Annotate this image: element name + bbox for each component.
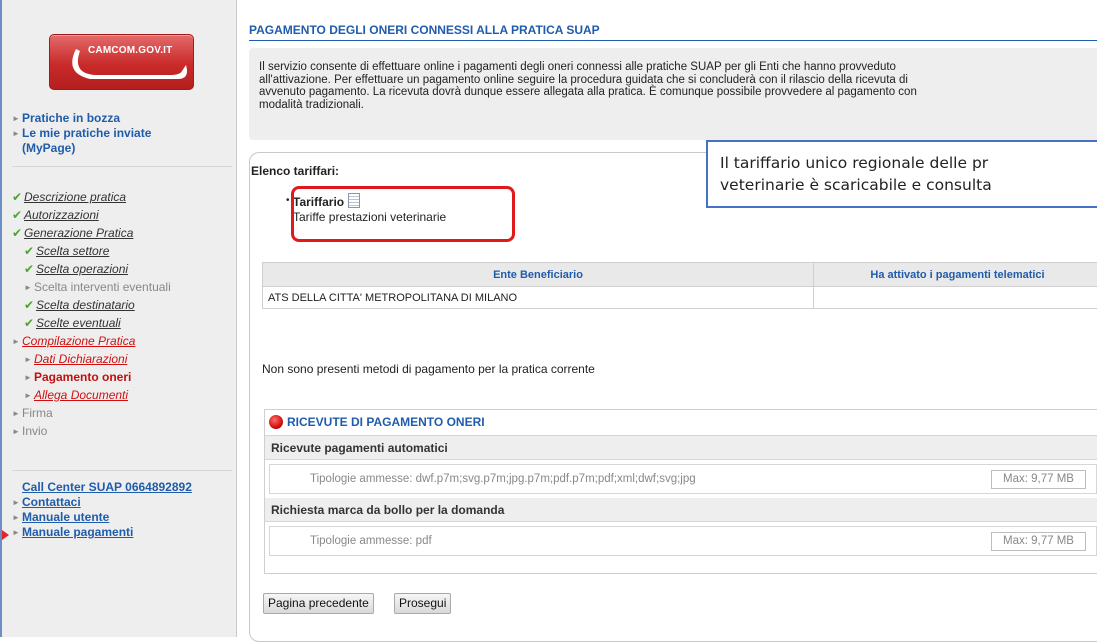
step-descrizione[interactable]: ✔ Descrizione pratica [12,190,171,205]
ricevute-box: RICEVUTE DI PAGAMENTO ONERI Ricevute pag… [264,409,1097,574]
highlight-box [291,186,515,242]
sidebar-top-links: ► Pratiche in bozza ► Le mie pratiche in… [12,111,151,156]
file-upload-row[interactable]: Tipologie ammesse: dwf.p7m;svg.p7m;jpg.p… [269,464,1097,494]
max-size-badge: Max: 9,77 MB [991,532,1086,551]
step-scelta-settore[interactable]: ✔ Scelta settore [12,244,171,259]
intro-box: Il servizio consente di effettuare onlin… [249,48,1097,140]
step-compilazione[interactable]: ► Compilazione Pratica [12,334,171,349]
chevron-right-icon: ► [12,406,22,421]
step-allega-documenti[interactable]: ► Allega Documenti [12,388,171,403]
chevron-right-icon: ► [24,280,34,295]
chevron-right-icon: ► [24,370,34,385]
step-scelta-operazioni[interactable]: ✔ Scelta operazioni [12,262,171,277]
column-header: Ha attivato i pagamenti telematici [814,263,1097,287]
check-icon: ✔ [24,244,36,258]
chevron-right-icon: ► [12,510,22,525]
divider [12,470,232,471]
step-pagamento-oneri[interactable]: ► Pagamento oneri [12,370,171,385]
page-title: PAGAMENTO DEGLI ONERI CONNESSI ALLA PRAT… [249,23,1097,37]
step-firma: ► Firma [12,406,171,421]
sidebar-steps: ✔ Descrizione pratica ✔ Autorizzazioni ✔… [12,190,171,439]
allowed-types: Tipologie ammesse: dwf.p7m;svg.p7m;jpg.p… [310,473,696,485]
sidebar-item-label[interactable]: (MyPage) [22,141,75,156]
proceed-button[interactable]: Prosegui [394,593,451,614]
ricevute-header: RICEVUTE DI PAGAMENTO ONERI [265,410,1097,436]
camcom-logo[interactable]: CAMCOM.GOV.IT [49,34,194,90]
step-generazione[interactable]: ✔ Generazione Pratica [12,226,171,241]
sidebar-help-links: Call Center SUAP 0664892892 ► Contattaci… [12,480,192,540]
previous-page-button[interactable]: Pagina precedente [263,593,374,614]
column-header: Ente Beneficiario [263,263,814,287]
logo-text: CAMCOM.GOV.IT [88,45,172,56]
section-heading: Richiesta marca da bollo per la domanda [265,498,1097,522]
step-autorizzazioni[interactable]: ✔ Autorizzazioni [12,208,171,223]
table-row: ATS DELLA CITTA' METROPOLITANA DI MILANO [263,287,1097,309]
call-center-link[interactable]: Call Center SUAP 0664892892 [12,480,192,495]
max-size-badge: Max: 9,77 MB [991,470,1086,489]
sidebar-item-mypage[interactable]: (MyPage) [12,141,151,156]
bullet-icon: • [286,193,290,208]
allowed-types: Tipologie ammesse: pdf [310,535,432,547]
ricevute-title: RICEVUTE DI PAGAMENTO ONERI [287,415,485,429]
check-icon: ✔ [12,190,24,204]
table-cell: ATS DELLA CITTA' METROPOLITANA DI MILANO [263,287,814,309]
check-icon: ✔ [24,316,36,330]
ente-table: Ente Beneficiario Ha attivato i pagament… [262,262,1097,309]
chevron-right-icon: ► [12,334,22,349]
intro-text: Il servizio consente di effettuare onlin… [259,61,1089,111]
chevron-right-icon: ► [12,495,22,510]
step-scelta-destinatario[interactable]: ✔ Scelta destinatario [12,298,171,313]
chevron-right-icon: ► [24,352,34,367]
check-icon: ✔ [24,262,36,276]
sidebar-item-label[interactable]: Pratiche in bozza [22,111,120,126]
chevron-right-icon: ► [12,525,22,540]
sidebar-item-label[interactable]: Le mie pratiche inviate [22,126,151,141]
table-cell [814,287,1097,309]
divider [12,166,232,167]
title-rule [249,40,1097,41]
file-upload-row[interactable]: Tipologie ammesse: pdf Max: 9,77 MB [269,526,1097,556]
no-methods-message: Non sono presenti metodi di pagamento pe… [262,362,595,376]
step-invio: ► Invio [12,424,171,439]
manuale-utente-link[interactable]: ► Manuale utente [12,510,192,525]
status-dot-icon [269,415,283,429]
step-dati-dichiarazioni[interactable]: ► Dati Dichiarazioni [12,352,171,367]
chevron-right-icon: ► [24,388,34,403]
sidebar: CAMCOM.GOV.IT ► Pratiche in bozza ► Le m… [0,0,237,637]
check-icon: ✔ [12,208,24,222]
manuale-pagamenti-link[interactable]: ► Manuale pagamenti [12,525,192,540]
chevron-right-icon: ► [12,111,22,126]
sidebar-item-bozza[interactable]: ► Pratiche in bozza [12,111,151,126]
check-icon: ✔ [24,298,36,312]
chevron-right-icon: ► [12,126,22,141]
table-header-row: Ente Beneficiario Ha attivato i pagament… [263,263,1097,287]
section-heading: Ricevute pagamenti automatici [265,436,1097,460]
swoosh-icon [50,35,194,90]
sidebar-item-inviate[interactable]: ► Le mie pratiche inviate [12,126,151,141]
elenco-tariffari-label: Elenco tariffari: [251,164,339,178]
check-icon: ✔ [12,226,24,240]
step-scelte-eventuali[interactable]: ✔ Scelte eventuali [12,316,171,331]
chevron-right-icon: ► [12,424,22,439]
annotation-arrow-icon [2,530,9,540]
annotation-callout: Il tariffario unico regionale delle pr v… [706,140,1097,208]
step-scelta-interventi: ► Scelta interventi eventuali [12,280,171,295]
contattaci-link[interactable]: ► Contattaci [12,495,192,510]
main-content: PAGAMENTO DEGLI ONERI CONNESSI ALLA PRAT… [237,0,1097,637]
